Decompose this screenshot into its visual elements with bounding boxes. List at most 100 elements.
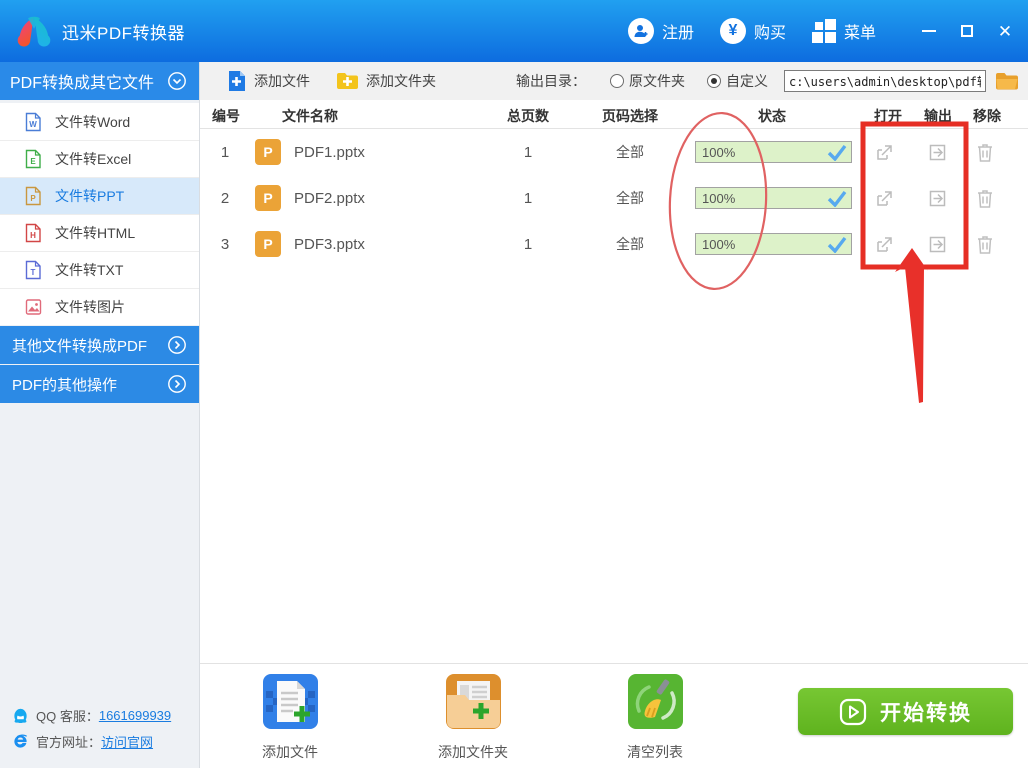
sidebar-item-excel[interactable]: E 文件转Excel [0,140,199,177]
table-row: 2 P PDF2.pptx 1 全部 100% [200,175,1028,221]
sidebar: PDF转换成其它文件 W 文件转Word E 文件转Excel P 文件转PPT… [0,62,200,768]
start-convert-button[interactable]: 开始转换 [798,688,1013,735]
page-count: 1 [523,189,533,207]
buy-label: 购买 [753,25,786,42]
bottom-add-folder-button[interactable]: 添加文件夹 [428,673,518,762]
menu-button[interactable]: 菜单 [811,19,876,43]
toolbar-add-folder-label: 添加文件夹 [366,73,436,89]
delete-icon[interactable] [975,142,995,163]
titlebar: 迅米PDF转换器 注册 ¥ 购买 菜单 ✕ [0,0,1028,62]
ppt-file-badge: P [255,185,281,211]
progress-bar: 100% [695,141,852,163]
main-panel: 添加文件 添加文件夹 输出目录： 原文件夹 自定义 c:\users\admin… [200,62,1028,768]
sidebar-item-word[interactable]: W 文件转Word [0,103,199,140]
sidebar-item-label: 文件转HTML [55,225,136,241]
maximize-button[interactable] [952,0,982,62]
table-row: 1 P PDF1.pptx 1 全部 100% [200,129,1028,175]
qq-number-link[interactable]: 1661699939 [99,708,171,723]
qq-penguin-icon [14,708,27,723]
open-file-icon[interactable] [874,234,895,255]
buy-button[interactable]: ¥ 购买 [719,18,786,44]
ppt-file-badge: P [255,139,281,165]
yen-icon: ¥ [719,18,746,44]
svg-text:E: E [30,157,36,166]
page-range[interactable]: 全部 [591,188,669,208]
add-folder-tile-icon [445,674,501,729]
sidebar-item-txt[interactable]: T 文件转TXT [0,251,199,288]
sidebar-group-pdf-to-other[interactable]: PDF转换成其它文件 [0,62,199,100]
open-file-icon[interactable] [874,188,895,209]
bottom-clear-list-label: 清空列表 [627,744,683,760]
chevron-right-circle-icon [168,336,186,354]
app-title: 迅米PDF转换器 [62,23,185,43]
toolbar: 添加文件 添加文件夹 输出目录： 原文件夹 自定义 [200,62,1028,100]
progress-bar: 100% [695,187,852,209]
svg-text:P: P [30,194,36,203]
progress-value: 100% [702,144,736,160]
excel-doc-icon: E [25,149,41,169]
output-path-input[interactable] [784,70,986,92]
open-output-icon[interactable] [927,188,948,209]
radio-original-folder[interactable] [610,74,624,88]
register-label: 注册 [661,25,694,42]
row-number: 2 [220,189,230,207]
sidebar-footer: QQ 客服： 1661699939 官方网址： 访问官网 [12,702,171,754]
col-header-pages: 总页数 [507,108,549,124]
open-output-icon[interactable] [927,142,948,163]
open-file-icon[interactable] [874,142,895,163]
sidebar-item-html[interactable]: H 文件转HTML [0,214,199,251]
sidebar-group-label: 其他文件转换成PDF [12,337,148,355]
sidebar-item-image[interactable]: 文件转图片 [0,288,199,325]
progress-value: 100% [702,236,736,252]
sidebar-item-label: 文件转Excel [55,151,132,167]
bottom-clear-list-button[interactable]: 清空列表 [610,673,700,762]
bottom-add-file-button[interactable]: 添加文件 [245,673,335,762]
page-range[interactable]: 全部 [591,142,669,162]
sidebar-item-label: 文件转TXT [55,262,124,278]
delete-icon[interactable] [975,234,995,255]
website-link[interactable]: 访问官网 [101,732,153,751]
ppt-file-badge: P [255,231,281,257]
menu-label: 菜单 [843,25,876,42]
table-header: 编号 文件名称 总页数 页码选择 状态 打开 输出 移除 [200,103,1028,129]
sidebar-item-label: 文件转Word [55,113,131,130]
delete-icon[interactable] [975,188,995,209]
check-icon [827,190,847,207]
row-number: 1 [220,143,230,161]
start-convert-label: 开始转换 [880,701,972,725]
col-header-range: 页码选择 [602,108,658,124]
close-button[interactable]: ✕ [990,0,1020,62]
chevron-right-circle-icon [168,375,186,393]
radio-original-folder-label[interactable]: 原文件夹 [629,71,685,91]
sidebar-group-label: PDF转换成其它文件 [10,75,155,92]
sidebar-item-ppt[interactable]: P 文件转PPT [0,177,199,214]
html-doc-icon: H [25,223,41,243]
toolbar-add-file-button[interactable]: 添加文件 [227,70,310,92]
sidebar-group-pdf-other-ops[interactable]: PDF的其他操作 [0,365,199,403]
browse-folder-icon[interactable] [995,71,1019,91]
register-button[interactable]: 注册 [627,18,694,44]
ie-browser-icon [14,733,28,748]
clear-list-tile-icon [627,674,683,729]
txt-doc-icon: T [25,260,41,280]
output-dir-label: 输出目录： [516,73,586,89]
svg-text:T: T [31,268,36,277]
bottom-add-file-label: 添加文件 [262,744,318,760]
add-folder-icon [337,72,358,89]
minimize-button[interactable] [914,0,944,62]
page-range[interactable]: 全部 [591,234,669,254]
qq-service-label: QQ 客服： [36,708,99,724]
chevron-down-circle-icon [168,72,186,90]
open-output-icon[interactable] [927,234,948,255]
toolbar-add-folder-button[interactable]: 添加文件夹 [336,71,436,91]
sidebar-group-other-to-pdf[interactable]: 其他文件转换成PDF [0,326,199,364]
add-file-icon [229,71,245,91]
sidebar-group-label: PDF的其他操作 [12,376,118,394]
radio-custom[interactable] [707,74,721,88]
col-header-num: 编号 [212,108,240,124]
col-header-open: 打开 [874,108,902,124]
col-header-name: 文件名称 [282,108,338,124]
app-window: 迅米PDF转换器 注册 ¥ 购买 菜单 ✕ PDF转换成其它文件 W 文件转Wo… [0,0,1028,768]
radio-custom-label[interactable]: 自定义 [726,71,768,91]
register-user-icon [627,18,654,44]
